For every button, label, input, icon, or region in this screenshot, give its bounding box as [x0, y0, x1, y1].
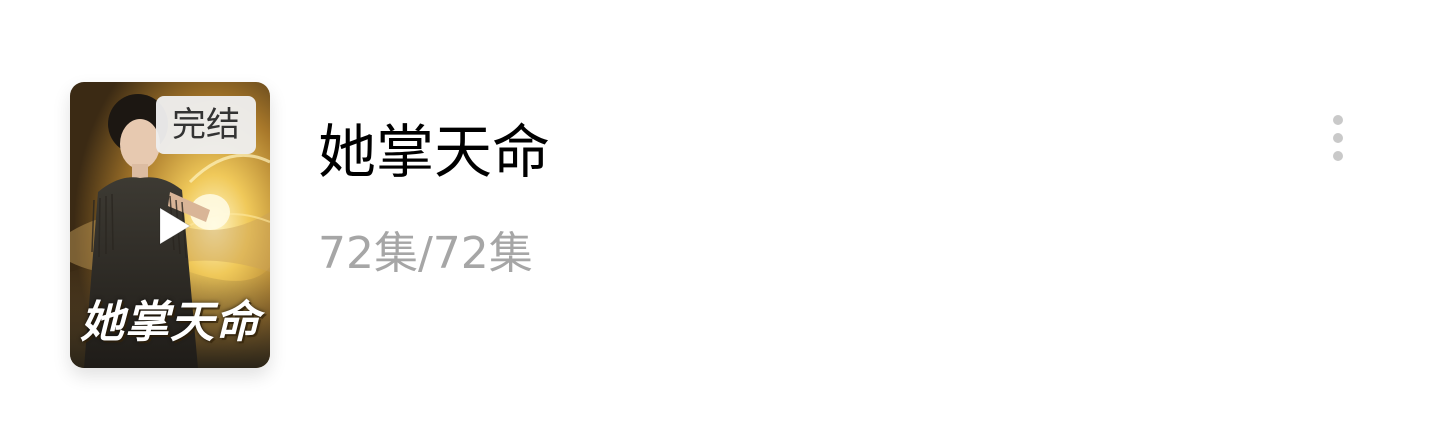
more-dot — [1333, 151, 1343, 161]
more-vertical-icon[interactable] — [1322, 110, 1354, 166]
play-icon[interactable] — [154, 206, 194, 246]
drama-title[interactable]: 她掌天命 — [318, 116, 550, 188]
episode-count: 72集/72集 — [318, 228, 533, 279]
more-dot — [1333, 115, 1343, 125]
drama-list-item[interactable]: 完结 她掌天命 她掌天命 72集/72集 — [0, 0, 1440, 424]
more-dot — [1333, 133, 1343, 143]
poster-thumbnail[interactable]: 完结 她掌天命 — [70, 82, 270, 368]
poster-title-art: 她掌天命 — [80, 297, 260, 348]
completed-badge: 完结 — [156, 96, 256, 154]
